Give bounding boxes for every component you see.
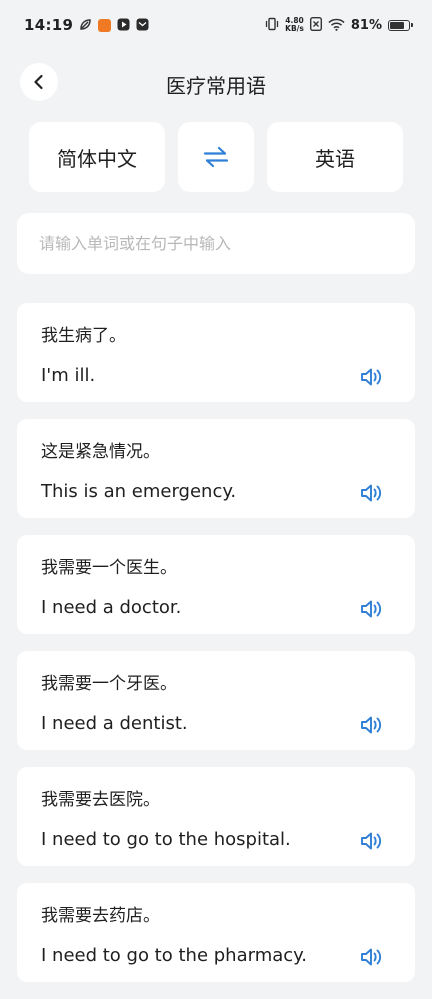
swap-arrows-icon [203,146,229,168]
status-time: 14:19 [24,16,74,34]
search-input[interactable] [37,233,395,254]
app-notification-icon [98,18,112,32]
phrase-chinese: 我需要去药店。 [41,906,160,926]
phrase-card[interactable]: 这是紧急情况。 This is an emergency. [17,419,415,518]
status-left: 14:19 [24,16,149,35]
phrase-chinese: 我生病了。 [41,326,126,346]
phrase-card[interactable]: 我生病了。 I'm ill. [17,303,415,402]
phrase-english: I need a dentist. [41,713,188,734]
battery-icon [388,19,413,31]
play-audio-button[interactable] [359,365,385,389]
wifi-icon [328,16,345,35]
play-audio-button[interactable] [359,481,385,505]
page-title: 医疗常用语 [166,74,266,98]
leaf-notification-icon [79,16,92,35]
header: 医疗常用语 [0,58,432,106]
search-box [17,213,415,274]
battery-percent: 81% [350,17,382,33]
status-bar: 14:19 4.80 KB/s 81% [0,0,432,50]
source-language-button[interactable]: 简体中文 [29,122,165,192]
target-language-button[interactable]: 英语 [267,122,403,192]
phrase-card[interactable]: 我需要一个牙医。 I need a dentist. [17,651,415,750]
battery-fill [390,21,405,29]
mail-notification-icon [136,16,149,35]
speaker-icon [361,600,382,618]
phrase-chinese: 我需要一个医生。 [41,558,177,578]
no-sim-icon [309,16,322,35]
phrase-chinese: 这是紧急情况。 [41,442,160,462]
phrase-english: I'm ill. [41,365,96,386]
phrase-chinese: 我需要去医院。 [41,790,160,810]
phrase-card[interactable]: 我需要一个医生。 I need a doctor. [17,535,415,634]
video-notification-icon [117,16,130,35]
phrase-english: I need to go to the hospital. [41,829,291,850]
phrase-chinese: 我需要一个牙医。 [41,674,177,694]
network-speed: 4.80 KB/s [285,17,304,33]
phrase-list: 我生病了。 I'm ill. 这是紧急情况。 This is an emerge… [17,303,415,999]
speaker-icon [361,368,382,386]
play-audio-button[interactable] [359,829,385,853]
phrase-card[interactable]: 我需要去医院。 I need to go to the hospital. [17,767,415,866]
speaker-icon [361,484,382,502]
phrase-english: I need a doctor. [41,597,182,618]
phrase-card[interactable]: 我需要去药店。 I need to go to the pharmacy. [17,883,415,982]
vibrate-icon [265,16,279,35]
phrase-english: I need to go to the pharmacy. [41,945,307,966]
swap-languages-button[interactable] [178,122,254,192]
play-audio-button[interactable] [359,713,385,737]
play-audio-button[interactable] [359,597,385,621]
language-selector: 简体中文 英语 [29,122,403,192]
speaker-icon [361,716,382,734]
status-right: 4.80 KB/s 81% [265,16,413,35]
phrase-english: This is an emergency. [41,481,237,502]
net-speed-unit: KB/s [285,24,304,33]
speaker-icon [361,832,382,850]
speaker-icon [361,948,382,966]
play-audio-button[interactable] [359,945,385,969]
